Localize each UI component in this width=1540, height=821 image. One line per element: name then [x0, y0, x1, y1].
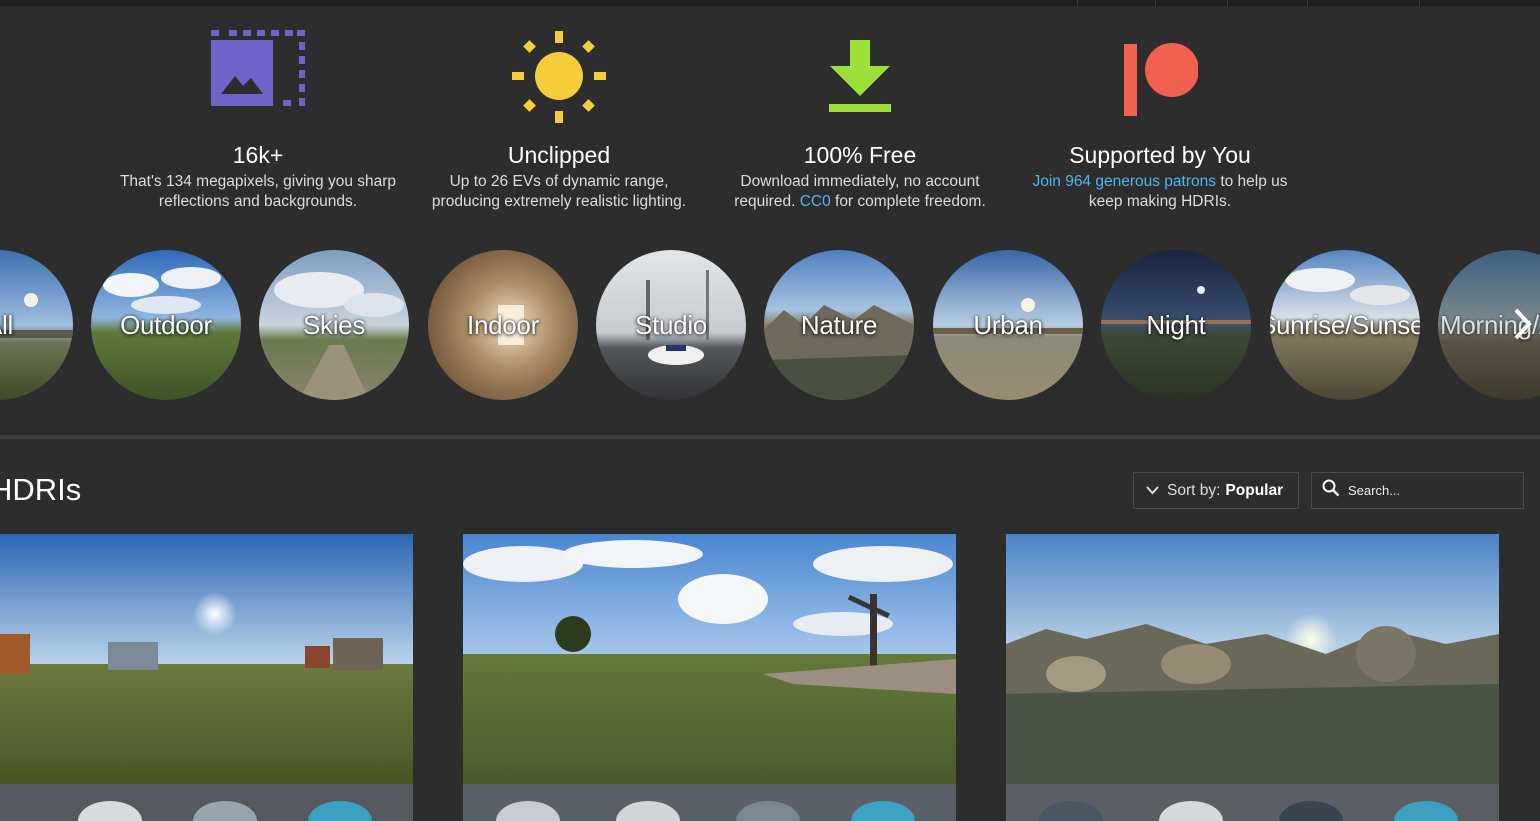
nav-separator	[1077, 0, 1078, 6]
feature-description: Join 964 generous patrons to help us keep…	[1032, 173, 1288, 210]
category-label: Nature	[800, 309, 878, 340]
category-label: Outdoor	[120, 309, 212, 340]
hdri-thumbnail[interactable]	[1006, 534, 1499, 821]
feature-resolution: 16k+ That's 134 megapixels, giving you s…	[108, 30, 408, 212]
feature-support: Supported by You Join 964 generous patro…	[1010, 30, 1310, 212]
category-label: Indoor	[467, 309, 539, 340]
category-label: Sunrise/Sunset	[1270, 309, 1420, 340]
cc0-link[interactable]: CC0	[800, 193, 831, 210]
sort-label: Sort by:	[1167, 481, 1221, 499]
category-label: Studio	[635, 309, 707, 340]
feature-title: 16k+	[232, 142, 284, 168]
category-carousel: All Outdoor Skies Indoor	[0, 249, 1540, 401]
feature-title: Supported by You	[1069, 142, 1251, 168]
nav-separator	[1419, 0, 1420, 6]
category-nature[interactable]: Nature	[764, 250, 914, 400]
image-resolution-icon	[108, 30, 408, 122]
hdri-thumbnail[interactable]	[463, 534, 956, 821]
search-box[interactable]	[1311, 472, 1524, 509]
carousel-next-button[interactable]	[1508, 301, 1538, 347]
sun-icon	[409, 30, 709, 123]
nav-separator	[1227, 0, 1228, 6]
section-heading: HDRIs	[0, 472, 82, 507]
download-icon	[710, 30, 1010, 122]
category-label: Urban	[973, 309, 1043, 340]
category-label: Skies	[302, 309, 366, 340]
feature-description: Up to 26 EVs of dynamic range, producing …	[431, 173, 687, 210]
chevron-right-icon	[1514, 308, 1532, 340]
nav-separator	[1155, 0, 1156, 6]
top-nav-bar	[0, 0, 1540, 6]
feature-free: 100% Free Download immediately, no accou…	[710, 30, 1010, 212]
search-input[interactable]	[1348, 483, 1518, 498]
category-urban[interactable]: Urban	[933, 250, 1083, 400]
features-section: 16k+ That's 134 megapixels, giving you s…	[0, 30, 1540, 230]
feature-title: 100% Free	[803, 142, 917, 168]
category-sunrise-sunset[interactable]: Sunrise/Sunset	[1270, 250, 1420, 400]
chevron-down-icon	[1146, 486, 1159, 495]
feature-dynamic-range: Unclipped Up to 26 EVs of dynamic range,…	[409, 30, 709, 212]
category-outdoor[interactable]: Outdoor	[91, 250, 241, 400]
hdri-thumbnail[interactable]	[0, 534, 413, 821]
sort-dropdown[interactable]: Sort by: Popular	[1133, 472, 1299, 509]
category-indoor[interactable]: Indoor	[428, 250, 578, 400]
category-label: Night	[1146, 309, 1206, 340]
category-all[interactable]: All	[0, 250, 73, 400]
sort-value: Popular	[1225, 481, 1284, 499]
category-skies[interactable]: Skies	[259, 250, 409, 400]
feature-title: Unclipped	[507, 142, 611, 168]
patrons-link[interactable]: Join 964 generous patrons	[1032, 173, 1216, 190]
section-divider	[0, 435, 1540, 439]
nav-separator	[1307, 0, 1308, 6]
feature-description: Download immediately, no account required…	[734, 173, 986, 210]
category-label: All	[0, 309, 13, 340]
patreon-icon	[1010, 30, 1310, 122]
search-icon	[1322, 479, 1340, 502]
feature-description: That's 134 megapixels, giving you sharp r…	[119, 173, 397, 210]
category-studio[interactable]: Studio	[596, 250, 746, 400]
category-night[interactable]: Night	[1101, 250, 1251, 400]
